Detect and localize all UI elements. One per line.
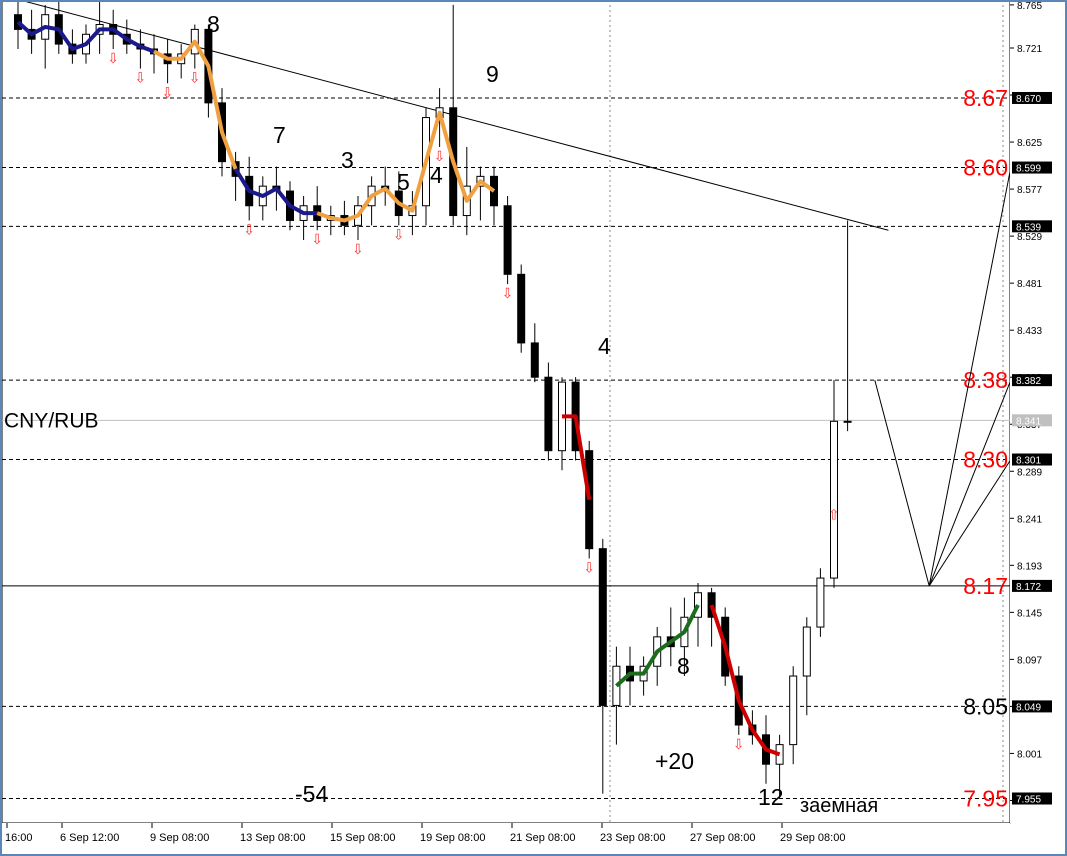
- candle-body: [585, 450, 594, 550]
- down-fractal-arrow: ⇩: [583, 559, 595, 575]
- time-tick-label: 21 Sep 08:00: [510, 832, 575, 844]
- price-axis-bg: [1010, 0, 1067, 823]
- level-tag-label: 8.670: [1016, 94, 1041, 105]
- price-tick-label: 8.193: [1017, 561, 1042, 572]
- wave-annotation: +20: [655, 748, 694, 774]
- chart-window: CNY/RUB 8.67 8.60 8.38 8.30 8.17 8.05 7.95 ⇩ ⇩ ⇩…: [0, 0, 1067, 856]
- level-tag-label: 8.301: [1016, 456, 1041, 467]
- down-fractal-arrow: ⇩: [311, 231, 323, 247]
- level-label: 7.95: [963, 786, 1008, 812]
- time-tick-label: 19 Sep 08:00: [420, 832, 485, 844]
- candle-body: [598, 548, 607, 706]
- level-label: 8.17: [963, 573, 1008, 599]
- level-label: 8.05: [963, 693, 1008, 719]
- wave-annotation: 12: [758, 784, 784, 810]
- level-tag-label: 8.172: [1016, 582, 1041, 593]
- time-tick-label: 6 Sep 12:00: [60, 832, 119, 844]
- candle-body: [517, 273, 526, 344]
- wave-annotation: заемная: [800, 795, 878, 817]
- candle-body: [544, 376, 553, 452]
- time-tick-label: 27 Sep 08:00: [690, 832, 755, 844]
- time-tick-label: 29 Sep 08:00: [780, 832, 845, 844]
- candle-body: [789, 675, 798, 746]
- time-tick-label: 15 Sep 08:00: [330, 832, 395, 844]
- time-axis: 16:00 6 Sep 12:00 9 Sep 08:00 13 Sep 08:00 1…: [2, 823, 1010, 853]
- down-fractal-arrow: ⇩: [393, 226, 405, 242]
- time-tick-label: 23 Sep 08:00: [600, 832, 665, 844]
- price-tick-label: 8.145: [1017, 608, 1042, 619]
- cny-rub-chart: CNY/RUB 8.67 8.60 8.38 8.30 8.17 8.05 7.95 ⇩ ⇩ ⇩…: [0, 0, 1067, 856]
- wave-annotation: 4: [598, 333, 611, 359]
- candle-body: [816, 577, 825, 628]
- wave-annotation: 8: [677, 653, 690, 679]
- price-tick-label: 8.577: [1017, 185, 1042, 196]
- level-label: 8.30: [963, 447, 1008, 473]
- candle-body: [830, 420, 838, 579]
- up-fractal-arrow: ⇧: [828, 506, 840, 522]
- down-fractal-arrow: ⇩: [107, 50, 119, 66]
- down-fractal-arrow: ⇩: [733, 736, 745, 752]
- time-tick-label: 13 Sep 08:00: [240, 832, 305, 844]
- time-tick-label: 16:00: [5, 832, 33, 844]
- time-tick-label: 9 Sep 08:00: [150, 832, 209, 844]
- wave-annotation: 8: [207, 11, 220, 37]
- level-tag-label: 8.382: [1016, 376, 1041, 387]
- wave-annotation: 5: [397, 169, 410, 195]
- candle-body: [503, 205, 512, 275]
- level-label: 8.60: [963, 155, 1008, 181]
- price-tick-label: 8.721: [1017, 44, 1042, 55]
- wave-annotation: 3: [341, 147, 354, 173]
- price-tick-label: 8.001: [1017, 749, 1042, 760]
- symbol-label: CNY/RUB: [4, 409, 99, 432]
- down-fractal-arrow: ⇩: [162, 84, 174, 100]
- level-label: 8.38: [963, 367, 1008, 393]
- down-fractal-arrow: ⇩: [502, 285, 514, 301]
- price-tick-label: 8.433: [1017, 326, 1042, 337]
- candle-body: [843, 420, 852, 423]
- price-tick-label: 8.481: [1017, 279, 1042, 290]
- level-tag-label: 8.539: [1016, 222, 1041, 233]
- level-label: 8.67: [963, 85, 1008, 111]
- candle-body: [530, 342, 539, 378]
- candle-body: [802, 626, 811, 677]
- price-tick-label: 8.625: [1017, 138, 1042, 149]
- level-tag-label: 7.955: [1016, 795, 1041, 806]
- price-tick-label: 8.241: [1017, 514, 1042, 525]
- price-tick-label: 8.529: [1017, 232, 1042, 243]
- wave-annotation: 7: [273, 122, 286, 148]
- price-tick-label: 8.289: [1017, 467, 1042, 478]
- chart-background: [0, 0, 1067, 856]
- price-tick-label: 8.097: [1017, 655, 1042, 666]
- level-tag-label: 8.599: [1016, 164, 1041, 175]
- down-fractal-arrow: ⇩: [189, 70, 201, 86]
- wave-annotation: 9: [486, 61, 499, 87]
- current-price-tag-label: 8.341: [1016, 416, 1041, 427]
- down-fractal-arrow: ⇩: [243, 221, 255, 237]
- wave-annotation: -54: [295, 781, 328, 807]
- down-fractal-arrow: ⇩: [134, 70, 146, 86]
- level-tag-label: 8.049: [1016, 702, 1041, 713]
- price-tick-label: 8.765: [1017, 1, 1042, 12]
- down-fractal-arrow: ⇩: [352, 241, 364, 257]
- price-axis: 8.7658.7218.6738.6258.5778.5298.4818.433…: [1010, 0, 1067, 823]
- wave-annotation: 4: [430, 162, 443, 188]
